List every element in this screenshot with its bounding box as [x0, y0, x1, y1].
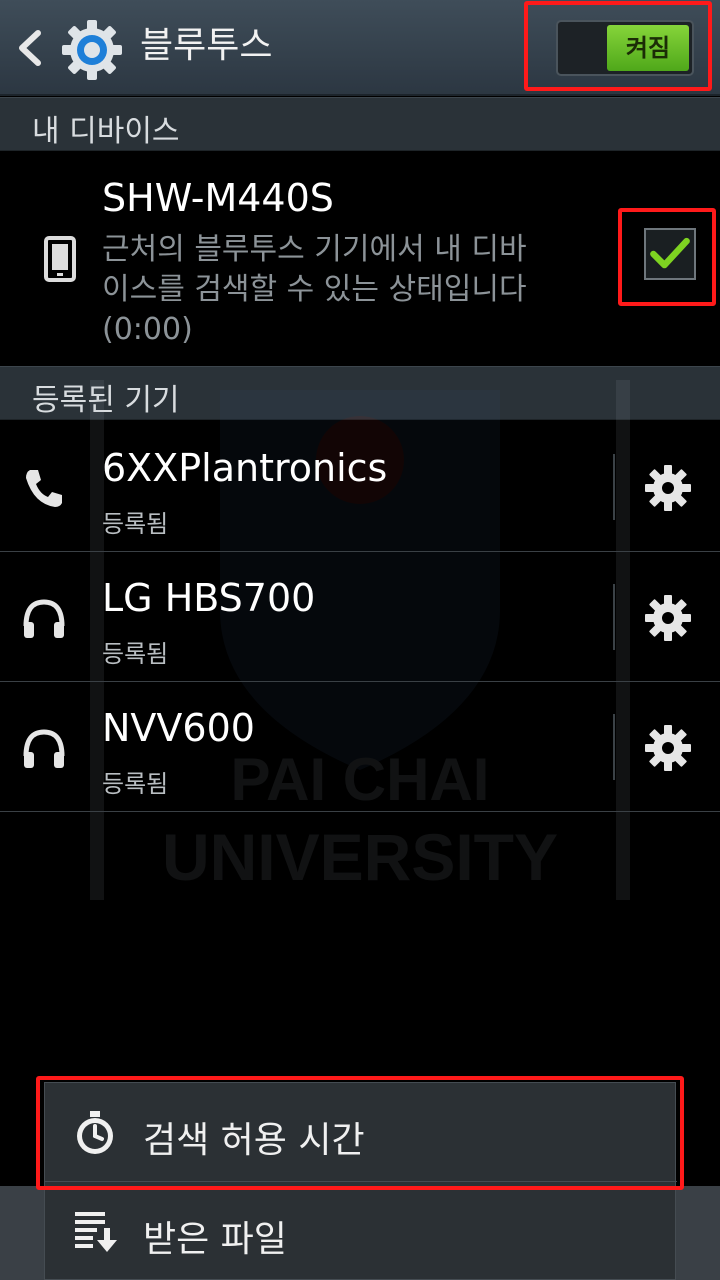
- highlight-box-toggle: [524, 1, 712, 91]
- row-divider: [613, 584, 615, 650]
- page-title: 블루투스: [140, 25, 273, 66]
- my-device-description: 근처의 블루투스 기기에서 내 디바이스를 검색할 수 있는 상태입니다(0:0…: [102, 232, 527, 347]
- section-title: 내 디바이스: [32, 114, 180, 149]
- section-header-my-device: 내 디바이스: [0, 97, 720, 151]
- device-status: 등록됨: [102, 770, 169, 798]
- phone-device-icon: [44, 236, 76, 282]
- highlight-box-checkbox: [618, 208, 716, 306]
- watermark-line2: UNIVERSITY: [162, 820, 558, 894]
- highlight-box-menu-item: [36, 1076, 684, 1190]
- back-arrow-icon[interactable]: [14, 30, 44, 66]
- my-device-name: SHW-M440S: [102, 176, 334, 220]
- background-bar-right: [676, 1186, 720, 1280]
- background-bar-left: [0, 1186, 44, 1280]
- device-name: LG HBS700: [102, 576, 316, 620]
- paired-device-row[interactable]: LG HBS700 등록됨: [0, 552, 720, 682]
- menu-item-received-files[interactable]: 받은 파일: [45, 1182, 677, 1280]
- gear-icon[interactable]: [644, 464, 692, 512]
- paired-device-row[interactable]: 6XXPlantronics 등록됨: [0, 422, 720, 552]
- row-divider: [613, 454, 615, 520]
- paired-device-row[interactable]: NVV600 등록됨: [0, 682, 720, 812]
- device-name: 6XXPlantronics: [102, 446, 388, 490]
- phone-icon: [26, 470, 62, 507]
- settings-gear-icon[interactable]: [60, 18, 124, 82]
- row-divider: [613, 714, 615, 780]
- headphones-icon: [23, 729, 65, 768]
- device-name: NVV600: [102, 706, 255, 750]
- headphones-icon: [23, 599, 65, 638]
- gear-icon[interactable]: [644, 594, 692, 642]
- gear-icon[interactable]: [644, 724, 692, 772]
- menu-item-label: 받은 파일: [143, 1219, 287, 1260]
- download-list-icon: [75, 1212, 117, 1252]
- device-status: 등록됨: [102, 510, 169, 538]
- device-status: 등록됨: [102, 640, 169, 668]
